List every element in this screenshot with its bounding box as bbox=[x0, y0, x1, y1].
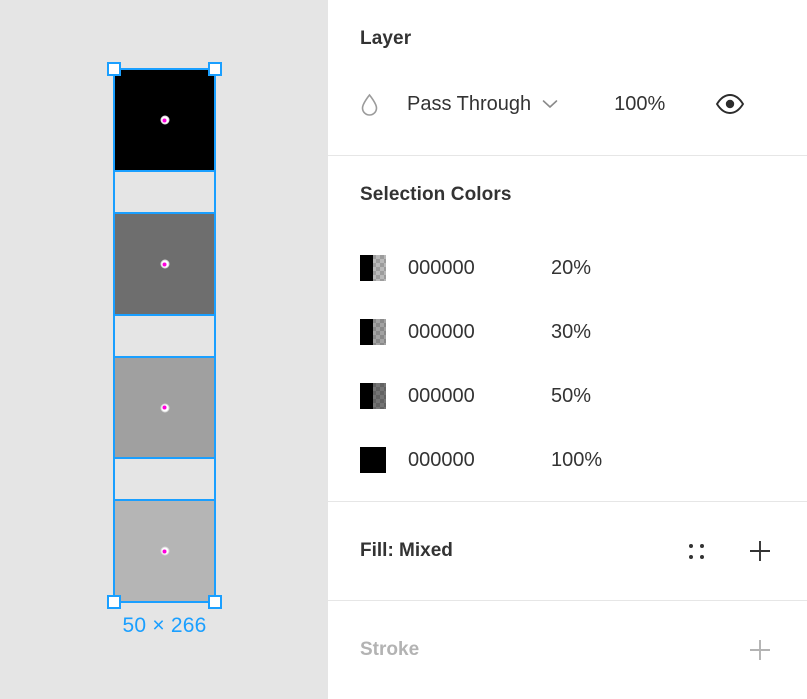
canvas-viewport[interactable]: 50 × 266 bbox=[0, 0, 328, 699]
swatch-alpha-half bbox=[373, 383, 386, 409]
selection-colors-section: Selection Colors 000000 20% 000000 30% 0… bbox=[328, 156, 807, 501]
layer-section-title: Layer bbox=[360, 28, 412, 49]
eye-icon[interactable] bbox=[715, 94, 745, 114]
swatch-solid-half bbox=[360, 447, 373, 473]
add-fill-plus-icon[interactable] bbox=[745, 536, 775, 566]
chevron-down-icon[interactable] bbox=[542, 99, 558, 109]
rect-center-dot bbox=[160, 259, 169, 269]
canvas-rect-1[interactable] bbox=[113, 68, 216, 172]
canvas-rect-4[interactable] bbox=[113, 499, 216, 603]
swatch-solid-half bbox=[360, 319, 373, 345]
droplet-icon bbox=[360, 93, 390, 116]
swatch-alpha-half bbox=[373, 255, 386, 281]
canvas-rect-2[interactable] bbox=[113, 212, 216, 316]
blend-mode-value[interactable]: Pass Through bbox=[407, 93, 531, 116]
rect-center-dot bbox=[160, 115, 169, 125]
layer-section: Layer Pass Through 100% bbox=[328, 0, 807, 155]
resize-handle-bottom-right[interactable] bbox=[208, 595, 222, 609]
selection-color-row[interactable]: 000000 50% bbox=[360, 364, 775, 428]
properties-panel: Layer Pass Through 100% Selection Colors… bbox=[328, 0, 807, 699]
color-hex-value[interactable]: 000000 bbox=[408, 449, 526, 472]
fill-section-title: Fill: Mixed bbox=[360, 540, 453, 561]
color-opacity-value[interactable]: 100% bbox=[551, 449, 602, 472]
add-stroke-plus-icon[interactable] bbox=[745, 635, 775, 665]
swatch-solid-half bbox=[360, 383, 373, 409]
color-swatch[interactable] bbox=[360, 447, 386, 473]
rect-center-dot bbox=[160, 546, 169, 556]
color-swatch[interactable] bbox=[360, 255, 386, 281]
color-opacity-value[interactable]: 50% bbox=[551, 385, 591, 408]
stroke-section: Stroke bbox=[328, 601, 807, 699]
canvas-gap-1[interactable] bbox=[113, 170, 216, 214]
resize-handle-top-right[interactable] bbox=[208, 62, 222, 76]
fill-section: Fill: Mixed bbox=[328, 502, 807, 600]
resize-handle-top-left[interactable] bbox=[107, 62, 121, 76]
figma-window: 50 × 266 Layer Pass Through 100% Selecti… bbox=[0, 0, 807, 699]
selection-color-row[interactable]: 000000 30% bbox=[360, 300, 775, 364]
rect-center-dot bbox=[160, 403, 169, 412]
canvas-gap-2[interactable] bbox=[113, 314, 216, 358]
color-swatch[interactable] bbox=[360, 383, 386, 409]
stroke-section-title: Stroke bbox=[360, 639, 420, 660]
selection-colors-section-title: Selection Colors bbox=[360, 184, 512, 205]
selection-dimension-label: 50 × 266 bbox=[122, 614, 207, 637]
color-swatch[interactable] bbox=[360, 319, 386, 345]
selection-group[interactable] bbox=[107, 62, 222, 609]
color-opacity-value[interactable]: 30% bbox=[551, 321, 591, 344]
resize-handle-bottom-left[interactable] bbox=[107, 595, 121, 609]
canvas-rect-3[interactable] bbox=[113, 356, 216, 459]
layer-opacity-value[interactable]: 100% bbox=[614, 93, 665, 116]
four-dots-grid-icon[interactable] bbox=[681, 536, 711, 566]
color-hex-value[interactable]: 000000 bbox=[408, 321, 526, 344]
swatch-alpha-half bbox=[373, 319, 386, 345]
layer-properties-row: Pass Through 100% bbox=[360, 88, 775, 120]
swatch-alpha-half bbox=[373, 447, 386, 473]
swatch-solid-half bbox=[360, 255, 373, 281]
selection-color-row[interactable]: 000000 20% bbox=[360, 236, 775, 300]
canvas-gap-3[interactable] bbox=[113, 457, 216, 501]
color-hex-value[interactable]: 000000 bbox=[408, 385, 526, 408]
color-opacity-value[interactable]: 20% bbox=[551, 257, 591, 280]
color-hex-value[interactable]: 000000 bbox=[408, 257, 526, 280]
selection-color-row[interactable]: 000000 100% bbox=[360, 428, 775, 492]
